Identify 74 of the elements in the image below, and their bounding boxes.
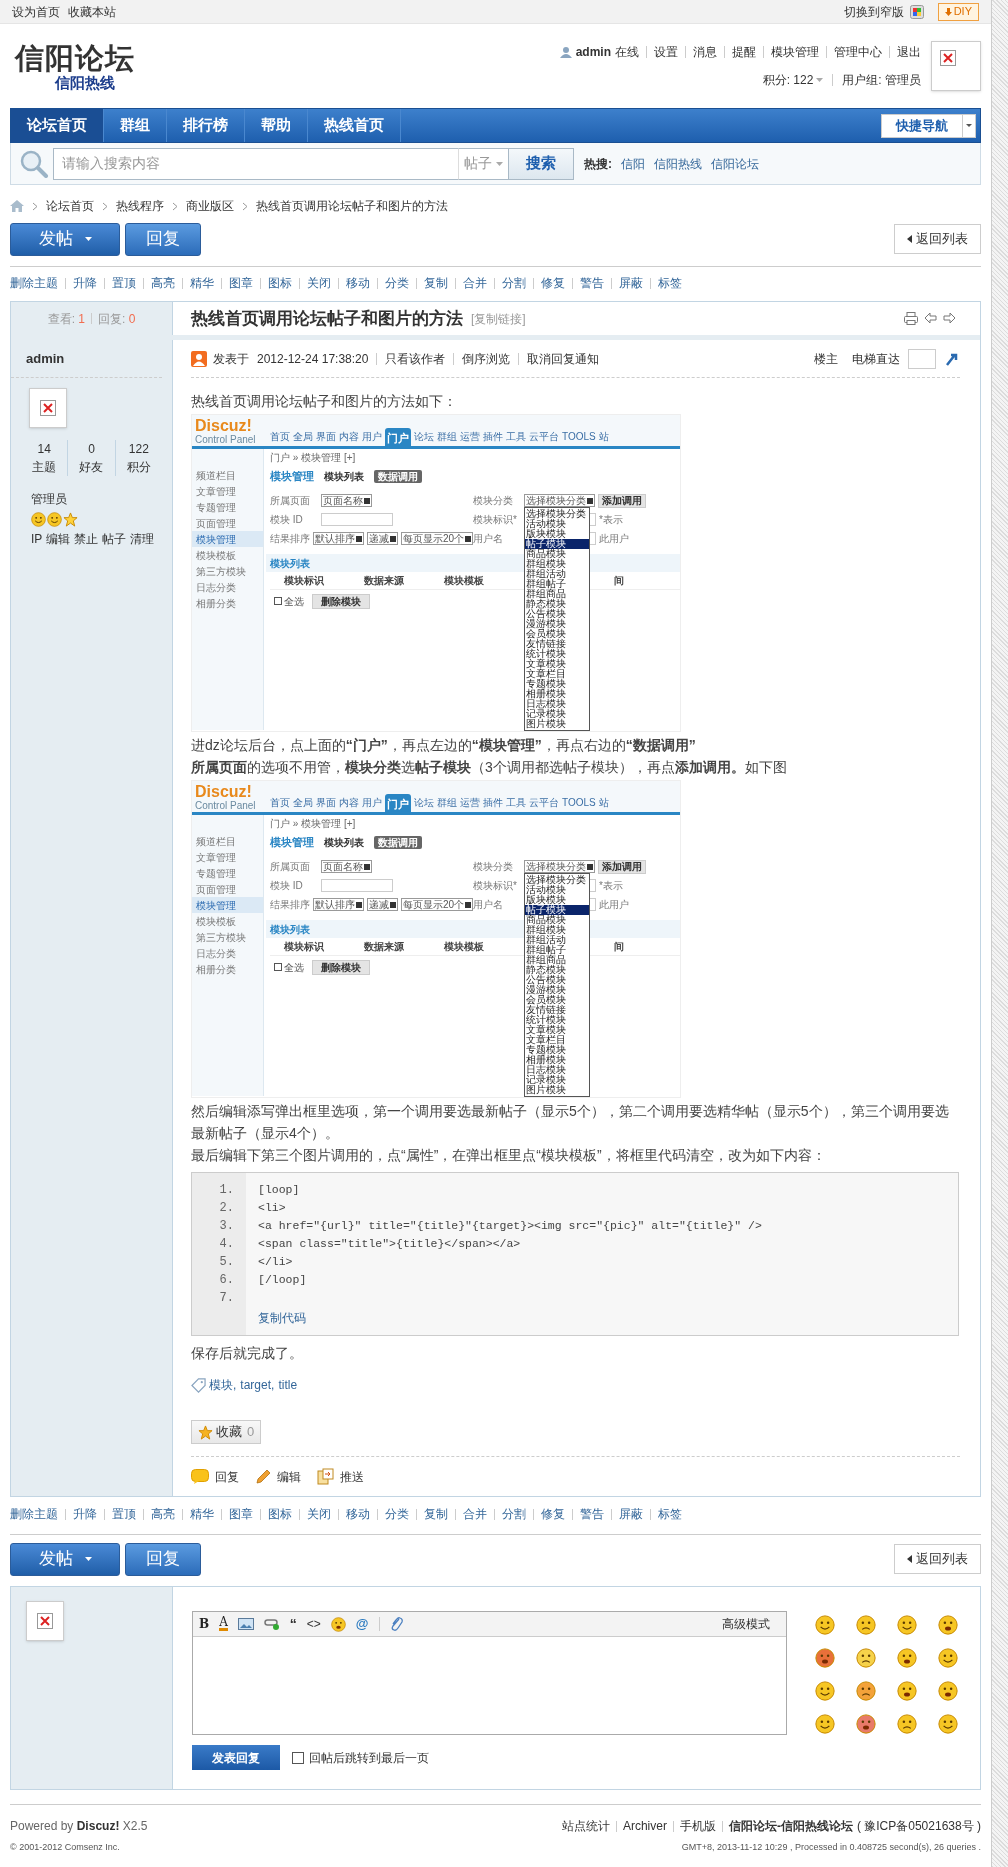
code-line: </li> bbox=[258, 1254, 294, 1270]
screenshot-field-label: 用户名 bbox=[473, 533, 504, 544]
screenshot-column-header: 模块模板 bbox=[444, 941, 484, 952]
stat-label: 好友 bbox=[79, 459, 104, 476]
line-number: 3. bbox=[219, 1218, 234, 1235]
online-status: 在线 bbox=[615, 44, 639, 61]
screenshot-heading: 模块管理 bbox=[270, 470, 314, 482]
line-number: 4. bbox=[219, 1236, 234, 1253]
posted-label: 发表于 bbox=[213, 350, 249, 368]
powered-by-text: Powered by Discuz! X2.5 bbox=[10, 1818, 148, 1835]
screenshot-column-header: 模块模板 bbox=[444, 575, 484, 586]
tag-separator: , bbox=[233, 1377, 237, 1394]
post-paragraph: 然后编辑添写弹出框里选项，第一个调用要选最新帖子（显示5个），第二个调用要选精华帖（显示5个），第三个调用要选最新帖子（显示4个）。 bbox=[191, 1102, 950, 1143]
line-number: 1. bbox=[219, 1182, 234, 1199]
screenshot-field-label: 模块分类 bbox=[473, 495, 514, 506]
thread-title: 热线首页调用论坛帖子和图片的方法 bbox=[191, 307, 463, 330]
screenshot-note: *表示 bbox=[599, 880, 623, 891]
screenshot-field-label: 所属页面 bbox=[270, 861, 311, 872]
checkbox-label: 回帖后跳转到最后一页 bbox=[309, 1749, 429, 1767]
user-group: 用户组: 管理员 bbox=[842, 71, 921, 89]
screenshot-field-label: 结果排序 bbox=[270, 899, 310, 910]
code-line: <span class="title">{title}</span></a> bbox=[258, 1236, 522, 1252]
floor-label: 楼主 bbox=[814, 350, 838, 368]
processing-stats: GMT+8, 2013-11-12 10:29 , Processed in 0.408725 second(s), 26 queries . bbox=[681, 1841, 981, 1854]
screenshot-checkbox-label: 全选 bbox=[284, 961, 304, 973]
screenshot-logo-subtitle: Control Panel bbox=[195, 800, 257, 811]
code-line: <a href="{url}" title="{title}"{target}><img src="{pic}" alt="{title}" /> bbox=[258, 1218, 762, 1234]
post-paragraph: 最后编辑下第三个图片调用的，点“属性”，在弹出框里点“模块模板”，将框里代码清空，改为如下内容： bbox=[191, 1146, 827, 1165]
post-paragraph: 进dz论坛后台，点上面的“门户”，再点左边的“模块管理”，再点右边的“数据调用” bbox=[191, 736, 697, 755]
screenshot-checkbox-label: 全选 bbox=[284, 595, 304, 607]
stat-label: 积分 bbox=[126, 459, 151, 476]
screenshot-field-label: 结果排序 bbox=[270, 533, 310, 544]
screenshot-column-header: 模块标识 bbox=[284, 575, 324, 586]
screenshot-column-header: 间 bbox=[614, 575, 624, 586]
views-count: 查看: 1 bbox=[47, 310, 85, 328]
screenshot-column-header: 数据来源 bbox=[364, 575, 404, 586]
tag-separator: , bbox=[271, 1377, 275, 1394]
stat-label: 主题 bbox=[32, 459, 57, 476]
screenshot-logo: Discuz! bbox=[195, 417, 253, 434]
screenshot-field-label: 用户名 bbox=[473, 899, 504, 910]
screenshot-column-header: 数据来源 bbox=[364, 941, 404, 952]
screenshot-field-label: 模块分类 bbox=[473, 861, 514, 872]
hot-search-label: 热搜: bbox=[584, 155, 612, 173]
screenshot-field-label: 模块 ID bbox=[270, 880, 304, 891]
user-group-title: 管理员 bbox=[30, 491, 68, 508]
post-time: 2012-12-24 17:38:20 bbox=[257, 350, 369, 368]
screenshot-note: 此用户 bbox=[599, 899, 629, 910]
screenshot-column-header: 模块标识 bbox=[284, 941, 324, 952]
screenshot-field-label: 模块标识* bbox=[473, 880, 518, 891]
line-number: 2. bbox=[219, 1200, 234, 1217]
post-paragraph: 保存后就完成了。 bbox=[191, 1344, 304, 1363]
replies-count: 回复: 0 bbox=[98, 310, 136, 328]
post-paragraph: 所属页面的选项不用管，模块分类选帖子模块（3个调用都选帖子模块），再点添加调用。如下图 bbox=[191, 758, 788, 777]
screenshot-field-label: 所属页面 bbox=[270, 495, 311, 506]
code-line: [/loop] bbox=[258, 1272, 308, 1288]
screenshot-field-label: 模块 ID bbox=[270, 514, 304, 525]
line-number: 7. bbox=[219, 1290, 234, 1303]
code-line: [loop] bbox=[258, 1182, 301, 1198]
line-number: 6. bbox=[219, 1272, 234, 1289]
elevator-label: 电梯直达 bbox=[852, 350, 900, 368]
screenshot-logo-subtitle: Control Panel bbox=[195, 434, 257, 445]
post-paragraph: 热线首页调用论坛帖子和图片的方法如下： bbox=[191, 392, 458, 411]
screenshot-breadcrumb: 门户 » 模块管理 [+] bbox=[270, 816, 357, 831]
screenshot-heading: 模块管理 bbox=[270, 836, 314, 848]
screenshot-note: *表示 bbox=[599, 514, 623, 525]
screenshot-breadcrumb: 门户 » 模块管理 [+] bbox=[270, 450, 357, 465]
screenshot-column-header: 间 bbox=[614, 941, 624, 952]
screenshot-field-label: 模块标识* bbox=[473, 514, 518, 525]
site-logo: 信阳论坛 信阳热线 bbox=[13, 41, 135, 92]
line-number: 5. bbox=[219, 1254, 234, 1271]
screenshot-note: 此用户 bbox=[599, 533, 629, 544]
screenshot-logo: Discuz! bbox=[195, 783, 253, 800]
code-line: <li> bbox=[258, 1200, 287, 1216]
copyright-text: © 2001-2012 Comsenz Inc. bbox=[10, 1841, 121, 1854]
